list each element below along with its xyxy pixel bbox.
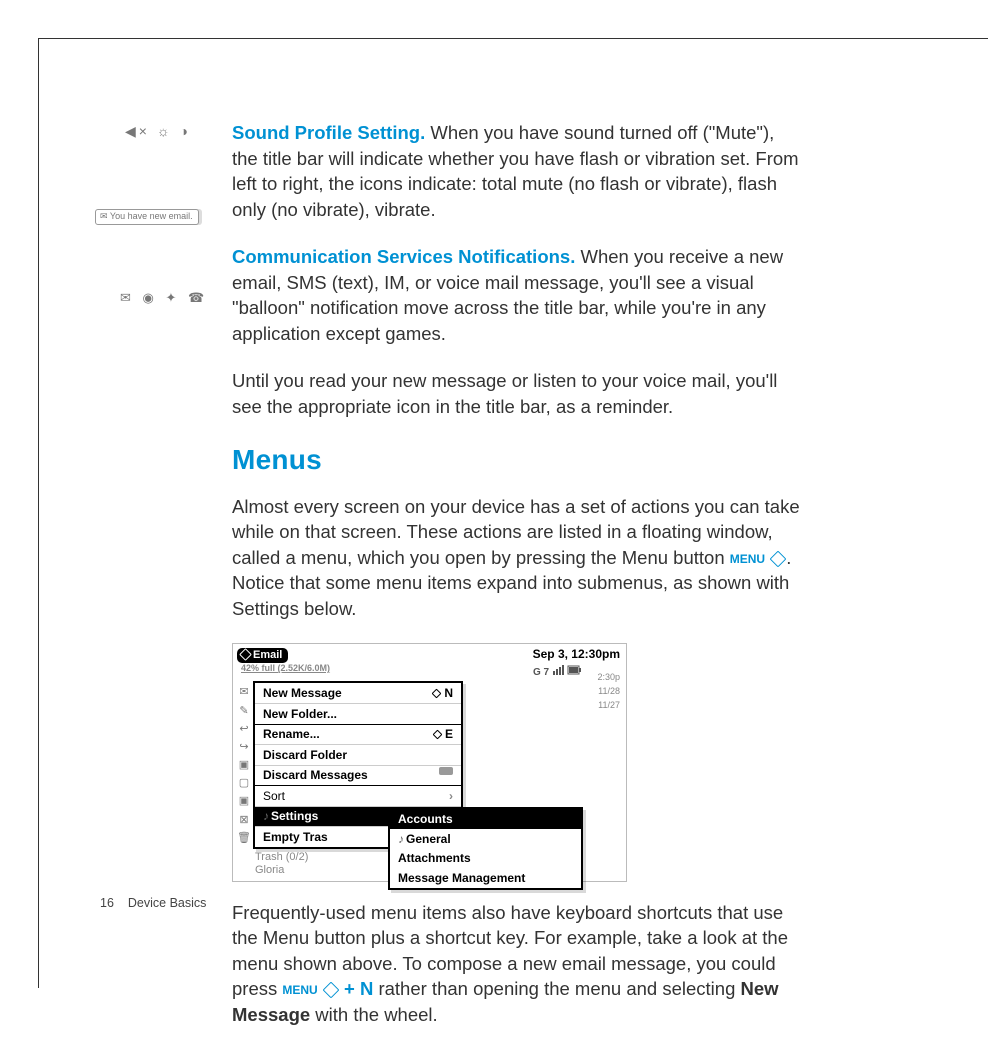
reminder-icons: ✉ ◉ ✦ ☎ xyxy=(120,290,208,306)
sound-profile-title: Sound Profile Setting. xyxy=(232,122,425,143)
menus-intro-para: Almost every screen on your device has a… xyxy=(232,494,802,622)
sms-icon: ◉ xyxy=(143,290,158,305)
comm-notif-title: Communication Services Notifications. xyxy=(232,246,575,267)
page-footer: 16Device Basics xyxy=(100,896,206,910)
flash-icon: ☼ xyxy=(157,123,173,139)
comm-notif-para: Communication Services Notifications. Wh… xyxy=(232,244,802,346)
page-content: Sound Profile Setting. When you have sou… xyxy=(232,120,802,1049)
im-icon: ✦ xyxy=(166,290,181,305)
folder-icon-column: ✉✎↩↪▣▢▣⊠🗑 xyxy=(235,681,253,848)
menu-diamond-icon xyxy=(322,982,339,999)
balloon-notification-graphic: ✉ You have new email. xyxy=(95,206,199,225)
svg-text:G 7: G 7 xyxy=(533,667,550,677)
menus-shortcut-para: Frequently-used menu items also have key… xyxy=(232,900,802,1028)
menus-heading: Menus xyxy=(232,441,802,480)
voicemail-icon: ☎ xyxy=(188,290,208,305)
reminder-para: Until you read your new message or liste… xyxy=(232,368,802,419)
mute-profile-icons: ◀× ☼ ◑ xyxy=(125,123,191,140)
vibrate-icon: ◑ xyxy=(180,123,191,139)
device-screenshot: Email 42% full (2.52K/6.0M) Sep 3, 12:30… xyxy=(232,643,627,881)
menu-diamond-icon xyxy=(770,550,787,567)
sound-profile-para: Sound Profile Setting. When you have sou… xyxy=(232,120,802,222)
mute-icon: ◀× xyxy=(125,123,150,139)
email-icon: ✉ xyxy=(120,290,135,305)
device-submenu: Accounts ♪General Attachments Message Ma… xyxy=(388,807,583,889)
